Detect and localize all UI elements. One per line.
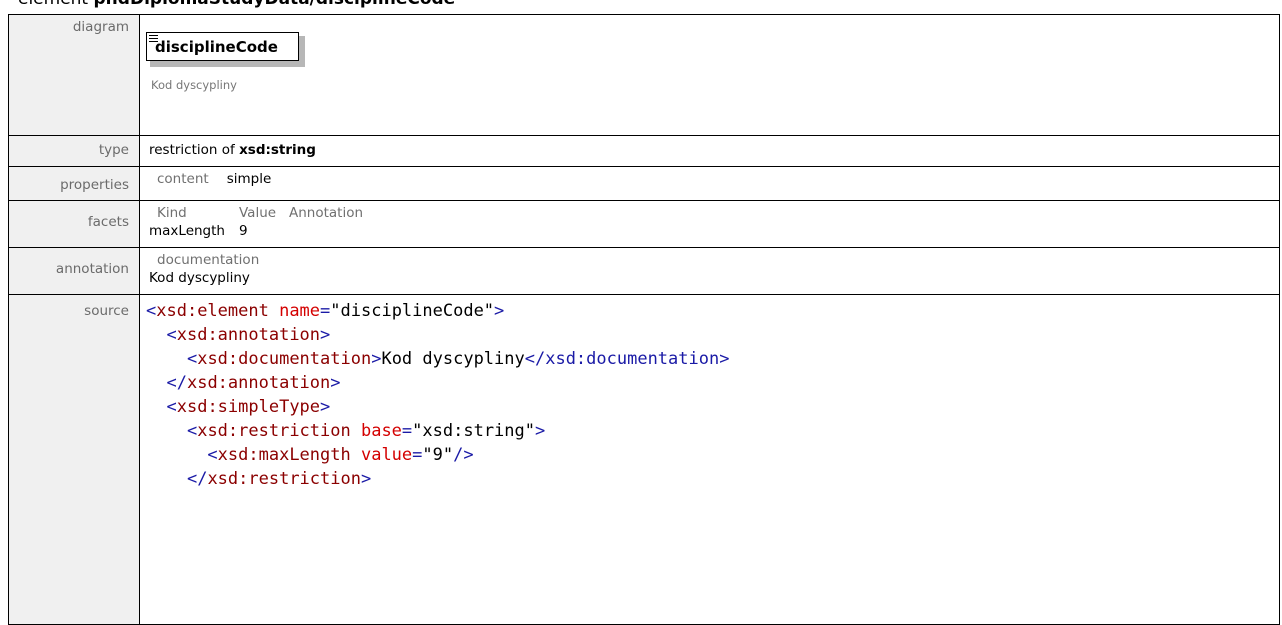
- source-close: >: [330, 373, 341, 393]
- type-base-link[interactable]: xsd:string: [239, 142, 316, 158]
- annotation-label: annotation: [8, 247, 140, 295]
- source-row: source <xsd:element name="disciplineCode…: [8, 294, 1280, 625]
- source-line: <xsd:documentation>Kod dyscypliny</xsd:d…: [146, 347, 1279, 371]
- source-text: Kod dyscypliny: [381, 349, 525, 369]
- type-row: type restriction of xsd:string: [8, 135, 1280, 167]
- source-indent: [146, 373, 166, 393]
- facet-kind: maxLength: [149, 223, 225, 239]
- source-line: <xsd:annotation>: [146, 323, 1279, 347]
- source-open: <: [186, 421, 198, 441]
- source-name: xsd:annotation: [186, 373, 331, 393]
- source-close: >: [371, 349, 382, 369]
- annotation-header: documentation: [157, 252, 260, 268]
- source-cell: <xsd:element name="disciplineCode"> <xsd…: [139, 294, 1280, 625]
- source-open: <: [186, 349, 198, 369]
- source-line: <xsd:simpleType>: [146, 395, 1279, 419]
- facets-header-value: Value: [239, 205, 277, 221]
- source-val: "disciplineCode": [330, 301, 495, 321]
- annotation-text: Kod dyscypliny: [149, 270, 250, 286]
- diagram-node-doc: Kod dyscypliny: [151, 78, 237, 92]
- facets-row: facets Kind Value Annotation maxLength 9: [8, 200, 1280, 248]
- facets-table: Kind Value Annotation maxLength 9: [149, 205, 1279, 239]
- source-label: source: [8, 294, 140, 625]
- source-open: <: [166, 397, 177, 417]
- source-val: "xsd:string": [412, 421, 535, 441]
- type-label: type: [8, 135, 140, 167]
- source-eq: =: [320, 301, 331, 321]
- source-name: xsd:maxLength: [217, 445, 351, 465]
- type-value: restriction of xsd:string: [139, 135, 1280, 167]
- source-name: xsd:restriction: [207, 469, 361, 489]
- source-name: xsd:element: [156, 301, 269, 321]
- source-close: >: [320, 397, 331, 417]
- source-name: xsd:simpleType: [176, 397, 321, 417]
- source-indent: [146, 349, 187, 369]
- facets-label: facets: [8, 200, 140, 248]
- source-name: xsd:documentation: [197, 349, 372, 369]
- type-prefix: restriction of: [149, 142, 235, 158]
- source-close: >: [320, 325, 331, 345]
- annotation-row: annotation documentation Kod dyscypliny: [8, 247, 1280, 295]
- source-attr: value: [350, 445, 413, 465]
- source-indent: [146, 469, 187, 489]
- source-close: >: [360, 469, 372, 489]
- source-line: </xsd:restriction>: [146, 467, 1279, 491]
- properties-value: content simple: [139, 166, 1280, 201]
- source-open: </: [186, 469, 208, 489]
- source-line: <xsd:maxLength value="9"/>: [146, 443, 1279, 467]
- source-indent: [146, 397, 166, 417]
- diagram-element-node[interactable]: disciplineCode: [146, 32, 313, 70]
- properties-row: properties content simple: [8, 166, 1280, 201]
- element-content-icon: [149, 35, 158, 43]
- source-attr: name: [268, 301, 321, 321]
- source-code: <xsd:element name="disciplineCode"> <xsd…: [140, 295, 1279, 491]
- source-line: <xsd:restriction base="xsd:string">: [146, 419, 1279, 443]
- source-val: "9": [422, 445, 454, 465]
- diagram-cell: disciplineCode Kod dyscypliny: [139, 14, 1280, 136]
- source-close: >: [494, 301, 505, 321]
- source-open: <: [207, 445, 218, 465]
- page-heading: element phdDiplomaStudyData/disciplineCo…: [18, 0, 455, 9]
- source-close: />: [453, 445, 474, 465]
- annotation-value: documentation Kod dyscypliny: [139, 247, 1280, 295]
- source-eq: =: [401, 421, 413, 441]
- source-indent: [146, 421, 187, 441]
- element-doc-table: diagram disciplineCode Kod dyscypliny ty…: [8, 14, 1280, 625]
- diagram-node-name: disciplineCode: [155, 38, 278, 56]
- facet-annotation: [289, 223, 409, 239]
- source-name: xsd:annotation: [176, 325, 321, 345]
- source-name: xsd:restriction: [197, 421, 351, 441]
- source-indent: [146, 445, 207, 465]
- source-open: </: [166, 373, 187, 393]
- facets-header-kind: Kind: [157, 205, 187, 221]
- source-open: <: [146, 301, 157, 321]
- facets-value: Kind Value Annotation maxLength 9: [139, 200, 1280, 248]
- source-close: >: [535, 421, 546, 441]
- heading-path: phdDiplomaStudyData/disciplineCode: [94, 0, 456, 9]
- facet-value: 9: [239, 223, 248, 239]
- heading-prefix: element: [18, 0, 88, 9]
- source-eq: =: [412, 445, 423, 465]
- diagram-label: diagram: [8, 14, 140, 136]
- properties-label: properties: [8, 166, 140, 201]
- property-value: simple: [226, 171, 272, 187]
- source-line: </xsd:annotation>: [146, 371, 1279, 395]
- diagram-row: diagram disciplineCode Kod dyscypliny: [8, 14, 1280, 136]
- facets-header-annotation: Annotation: [289, 205, 364, 221]
- source-line: <xsd:element name="disciplineCode">: [146, 299, 1279, 323]
- source-open: <: [166, 325, 177, 345]
- source-attr: base: [350, 421, 402, 441]
- property-key: content: [157, 171, 209, 187]
- source-end: </xsd:documentation>: [524, 349, 730, 369]
- source-indent: [146, 325, 166, 345]
